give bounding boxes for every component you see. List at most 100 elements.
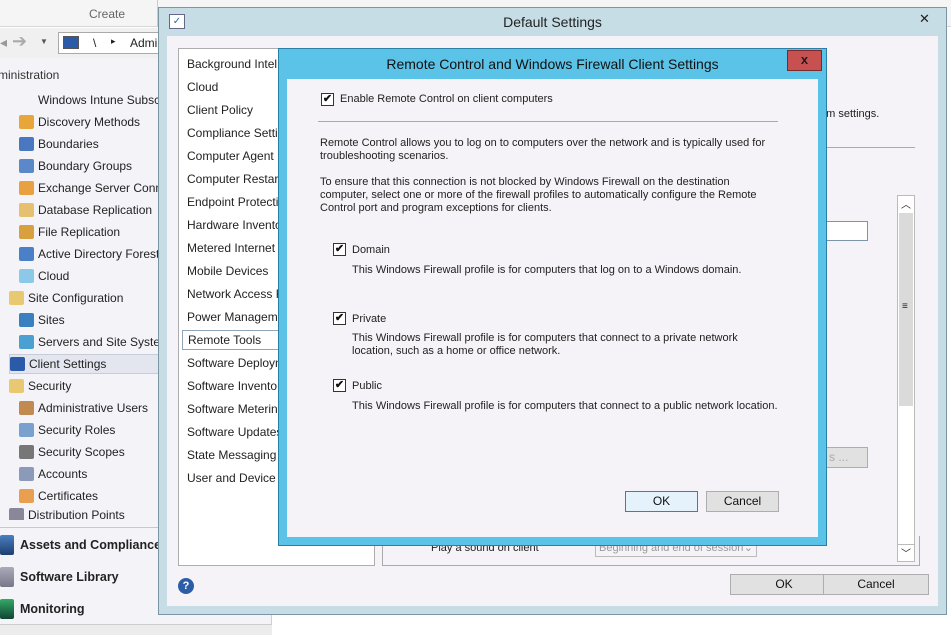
scroll-down-icon[interactable]: ﹀ [898,544,914,561]
nav-item-label: Site Configuration [28,291,124,305]
category-item[interactable]: Software Deployn [187,356,282,370]
nav-item[interactable]: Boundary Groups [19,156,132,176]
private-label[interactable]: Private [352,313,386,326]
nav-item[interactable]: Accounts [19,464,87,484]
category-item[interactable]: Mobile Devices [187,264,268,278]
category-item[interactable]: Software Invento [187,379,277,393]
nav-item-label: Exchange Server Conn [38,181,163,195]
workspace-label: Software Library [20,570,119,584]
nav-item[interactable]: Client Settings [9,354,160,374]
close-button[interactable]: ✕ [911,10,938,28]
nav-item[interactable]: Discovery Methods [19,112,140,132]
domain-label[interactable]: Domain [352,244,390,257]
path-arrow-icon[interactable]: ▸ [111,36,116,47]
category-item[interactable]: Computer Agent [187,149,274,163]
ribbon-group-create: Create [89,7,126,21]
ok-button[interactable]: OK [730,574,838,595]
computer-icon [63,36,79,49]
private-description: This Windows Firewall profile is for com… [352,332,738,357]
dialog-title: Default Settings [503,14,602,30]
workspace-software-library[interactable]: Software Library [0,564,119,590]
nav-item[interactable]: Exchange Server Conn [19,178,162,198]
nav-item[interactable]: Servers and Site Syster [19,332,164,352]
node-icon [19,467,34,481]
workspace-monitoring[interactable]: Monitoring [0,596,85,622]
scroll-thumb[interactable]: ≡ [899,213,913,406]
path-root[interactable]: \ [93,36,96,50]
nav-item[interactable]: Cloud [19,266,69,286]
category-item[interactable]: Computer Restar [187,172,278,186]
back-button[interactable]: ◂ [0,34,7,51]
nav-item-label: Distribution Points [28,508,125,520]
path-segment[interactable]: Admi [130,36,157,50]
category-item[interactable]: Endpoint Protecti [187,195,278,209]
node-icon [19,225,34,239]
category-item[interactable]: Network Access F [187,287,283,301]
enable-remote-control-label[interactable]: Enable Remote Control on client computer… [340,93,553,106]
nav-item[interactable]: Boundaries [19,134,99,154]
monitoring-icon [0,599,14,619]
history-dropdown-icon[interactable]: ▼ [40,37,48,46]
folder-icon [9,379,24,393]
category-item[interactable]: Background Intel [187,57,277,71]
help-icon[interactable]: ? [178,578,194,594]
category-item[interactable]: Hardware Invento [187,218,282,232]
private-checkbox[interactable]: ✔ [333,312,346,325]
nav-item-label: Certificates [38,489,99,503]
nav-item-label: Active Directory Forest [38,247,160,261]
nav-item-label: Cloud [38,269,70,283]
nav-item[interactable]: Security [9,376,71,396]
category-item[interactable]: Software Meterin [187,402,278,416]
nav-item[interactable]: Sites [19,310,65,330]
cancel-button[interactable]: Cancel [706,491,779,512]
nav-item[interactable]: Security Roles [19,420,115,440]
nav-item[interactable]: Database Replication [19,200,152,220]
public-label[interactable]: Public [352,380,382,393]
node-icon [19,137,34,151]
nav-item[interactable]: Certificates [19,486,98,506]
nav-item-label: Accounts [38,467,88,481]
workspace-label: Assets and Compliance [20,538,162,552]
category-item[interactable]: Power Managem [187,310,278,324]
category-item[interactable]: Compliance Setti [187,126,278,140]
enable-remote-control-checkbox[interactable]: ✔ [321,93,334,106]
workspace-assets-and-compliance[interactable]: Assets and Compliance [0,532,161,558]
configure-button[interactable]: s ... [826,447,868,468]
category-item[interactable]: Client Policy [187,103,253,117]
nav-item-label: Sites [38,313,65,327]
category-item[interactable]: Cloud [187,80,218,94]
node-icon [19,159,34,173]
close-button[interactable]: x [787,50,822,71]
setting-field[interactable] [826,221,868,241]
nav-item[interactable]: Active Directory Forest [19,244,159,264]
public-checkbox[interactable]: ✔ [333,379,346,392]
domain-checkbox[interactable]: ✔ [333,243,346,256]
nav-item[interactable]: Distribution Points [9,508,125,520]
category-item[interactable]: Metered Internet [187,241,275,255]
nav-item-label: Servers and Site Syster [38,335,165,349]
category-item[interactable]: State Messaging [187,448,276,462]
node-icon [19,335,34,349]
folder-icon [9,291,24,305]
scroll-up-icon[interactable]: ︿ [898,196,914,213]
assets-icon [0,535,14,555]
node-icon [19,115,34,129]
category-item[interactable]: User and Device A [187,471,286,485]
nav-item-label: Boundaries [38,137,99,151]
category-item[interactable]: Software Updates [187,425,282,439]
nav-item[interactable]: Administrative Users [19,398,148,418]
nav-item[interactable]: File Replication [19,222,120,242]
nav-item-label: Security Roles [38,423,116,437]
forward-button[interactable]: ➔ [12,31,27,52]
ok-button[interactable]: OK [625,491,698,512]
grip-icon: ≡ [902,301,908,312]
scrollbar[interactable]: ︿ ≡ ﹀ [897,195,915,562]
description-text: om settings. [820,108,880,120]
remote-control-description: Remote Control allows you to log on to c… [320,137,766,162]
nav-item-label: Boundary Groups [38,159,133,173]
nav-item[interactable]: Site Configuration [9,288,123,308]
nav-item[interactable]: Windows Intune Subsc [19,90,160,110]
cancel-button[interactable]: Cancel [823,574,929,595]
nav-item[interactable]: Security Scopes [19,442,125,462]
node-icon [19,445,34,459]
